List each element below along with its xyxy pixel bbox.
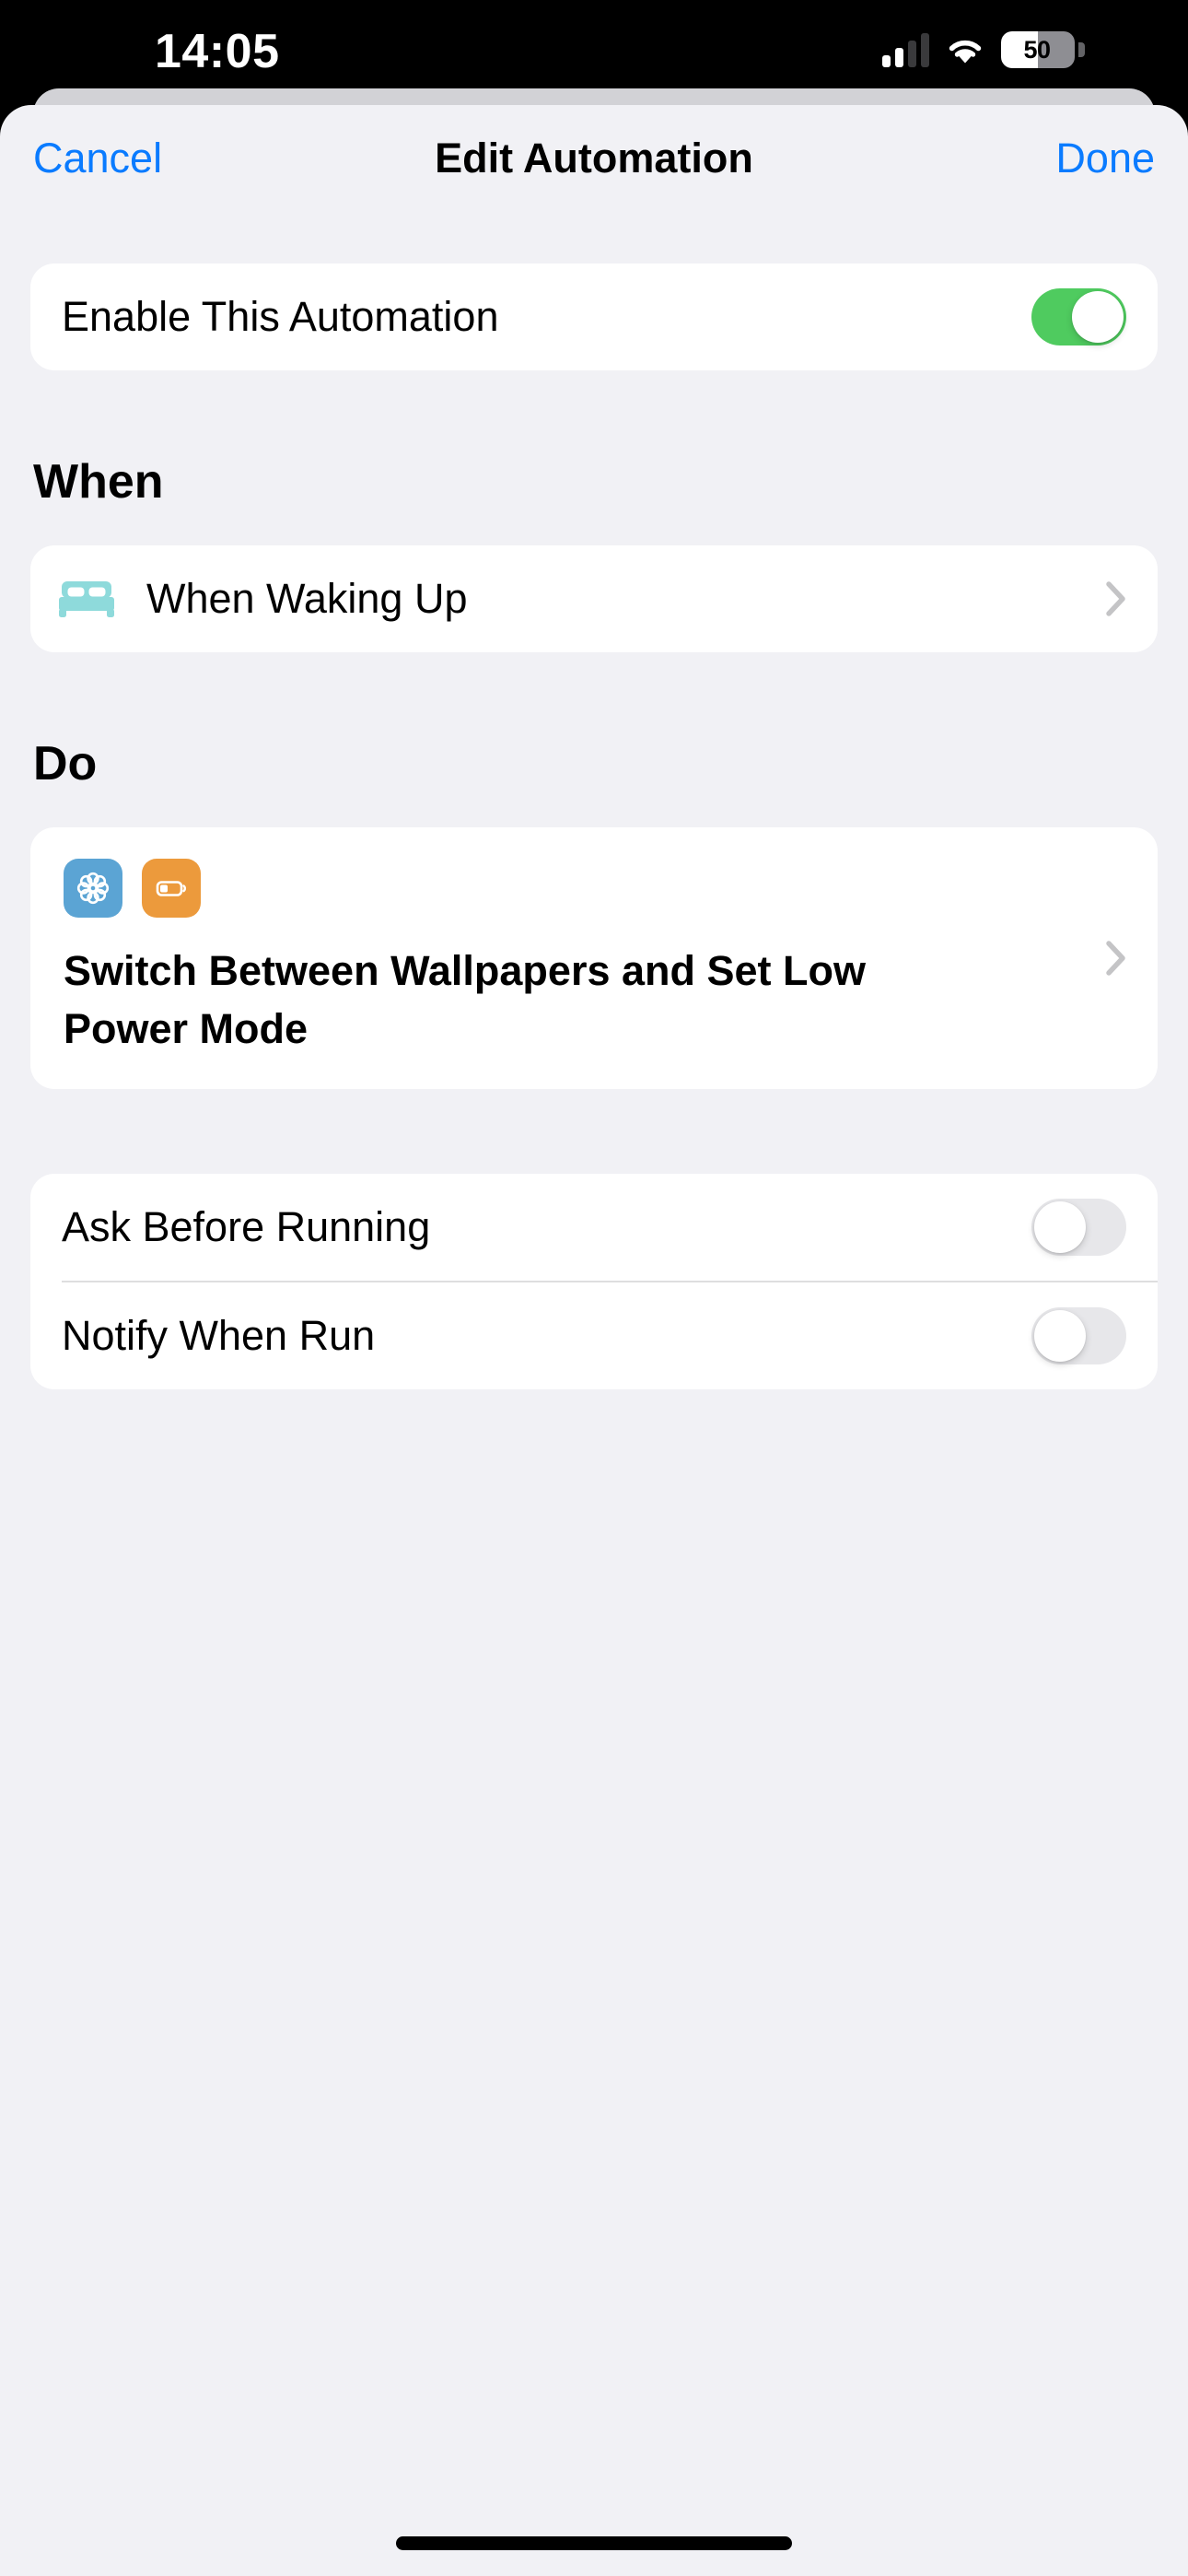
cancel-button[interactable]: Cancel — [33, 135, 162, 181]
wallpaper-flower-glyph — [76, 872, 110, 905]
navigation-bar: Cancel Edit Automation Done — [0, 105, 1188, 212]
bed-double-icon — [59, 581, 114, 617]
status-bar: 14:05 50 — [0, 0, 1188, 100]
action-app-icons — [64, 859, 1089, 918]
do-section-header: Do — [33, 737, 98, 790]
battery-indicator: 50 — [1001, 31, 1085, 68]
do-action-card[interactable]: Switch Between Wallpapers and Set Low Po… — [30, 827, 1158, 1089]
status-bar-indicators: 50 — [882, 31, 1085, 68]
enable-automation-toggle[interactable] — [1031, 288, 1126, 345]
battery-cap — [1078, 42, 1085, 57]
phone-screen: 14:05 50 Cancel Edit Automation Done Ena… — [0, 0, 1188, 2576]
chevron-right-icon — [1106, 941, 1125, 976]
toggle-knob — [1072, 291, 1124, 343]
battery-percent-label: 50 — [1023, 35, 1051, 64]
enable-automation-label: Enable This Automation — [62, 293, 499, 340]
ask-before-running-row[interactable]: Ask Before Running — [30, 1174, 1158, 1281]
when-trigger-card: When Waking Up — [30, 545, 1158, 652]
done-button[interactable]: Done — [1055, 135, 1155, 181]
battery-icon: 50 — [1001, 31, 1075, 68]
wallpaper-icon — [64, 859, 122, 918]
ask-before-running-label: Ask Before Running — [62, 1203, 431, 1250]
wifi-icon — [949, 40, 982, 64]
enable-automation-row[interactable]: Enable This Automation — [30, 263, 1158, 370]
edit-automation-sheet: Cancel Edit Automation Done Enable This … — [0, 105, 1188, 2576]
ask-before-running-toggle[interactable] — [1031, 1199, 1126, 1256]
battery-glyph — [156, 881, 186, 896]
cellular-signal-icon — [882, 32, 929, 67]
trigger-row-when-waking-up[interactable]: When Waking Up — [30, 545, 1158, 652]
notify-when-run-label: Notify When Run — [62, 1312, 376, 1359]
notify-when-run-toggle[interactable] — [1031, 1307, 1126, 1364]
do-action-title: Switch Between Wallpapers and Set Low Po… — [64, 947, 866, 1052]
notify-when-run-row[interactable]: Notify When Run — [30, 1282, 1158, 1389]
when-section-header: When — [33, 455, 164, 509]
page-title: Edit Automation — [435, 135, 753, 181]
do-action-content: Switch Between Wallpapers and Set Low Po… — [64, 859, 1089, 1058]
chevron-right-icon — [1106, 581, 1125, 616]
home-indicator[interactable] — [396, 2536, 792, 2550]
sheet-content: Enable This Automation When When Waking … — [0, 212, 1188, 1389]
trigger-label: When Waking Up — [146, 575, 468, 622]
status-bar-time: 14:05 — [155, 25, 280, 78]
automation-options-card: Ask Before Running Notify When Run — [30, 1174, 1158, 1389]
low-power-mode-battery-icon — [142, 859, 201, 918]
enable-automation-card: Enable This Automation — [30, 263, 1158, 370]
toggle-knob — [1034, 1310, 1086, 1362]
toggle-knob — [1034, 1201, 1086, 1253]
